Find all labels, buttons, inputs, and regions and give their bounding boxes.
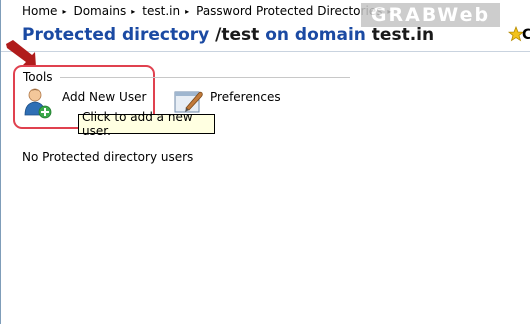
- title-domain: test.in: [365, 25, 435, 45]
- tools-divider: [60, 77, 350, 78]
- title-prefix: Protected directory: [22, 25, 210, 45]
- preferences-label: Preferences: [210, 90, 281, 104]
- tools-label: Tools: [23, 70, 53, 84]
- add-user-icon: [24, 88, 52, 119]
- breadcrumb: Home ▸ Domains ▸ test.in ▸ Password Prot…: [22, 4, 398, 18]
- breadcrumb-protected-directories[interactable]: Password Protected Directories: [196, 4, 382, 18]
- left-border: [0, 0, 1, 324]
- watermark-logo: GRABWeb: [361, 3, 500, 27]
- title-divider: [1, 51, 530, 52]
- add-user-tooltip: Click to add a new user.: [78, 110, 215, 138]
- title-on-domain: on domain: [259, 25, 366, 45]
- breadcrumb-home[interactable]: Home: [22, 4, 57, 18]
- breadcrumb-domain[interactable]: test.in: [142, 4, 180, 18]
- breadcrumb-separator-icon: ▸: [185, 6, 190, 16]
- add-new-user-label: Add New User: [62, 90, 147, 104]
- title-clipped-text: C: [522, 27, 530, 43]
- empty-users-message: No Protected directory users: [22, 150, 194, 164]
- title-directory: /test: [209, 25, 260, 45]
- breadcrumb-separator-icon: ▸: [62, 6, 67, 16]
- breadcrumb-domains[interactable]: Domains: [73, 4, 126, 18]
- page-title: Protected directory /test on domain test…: [22, 25, 434, 45]
- breadcrumb-separator-icon: ▸: [131, 6, 136, 16]
